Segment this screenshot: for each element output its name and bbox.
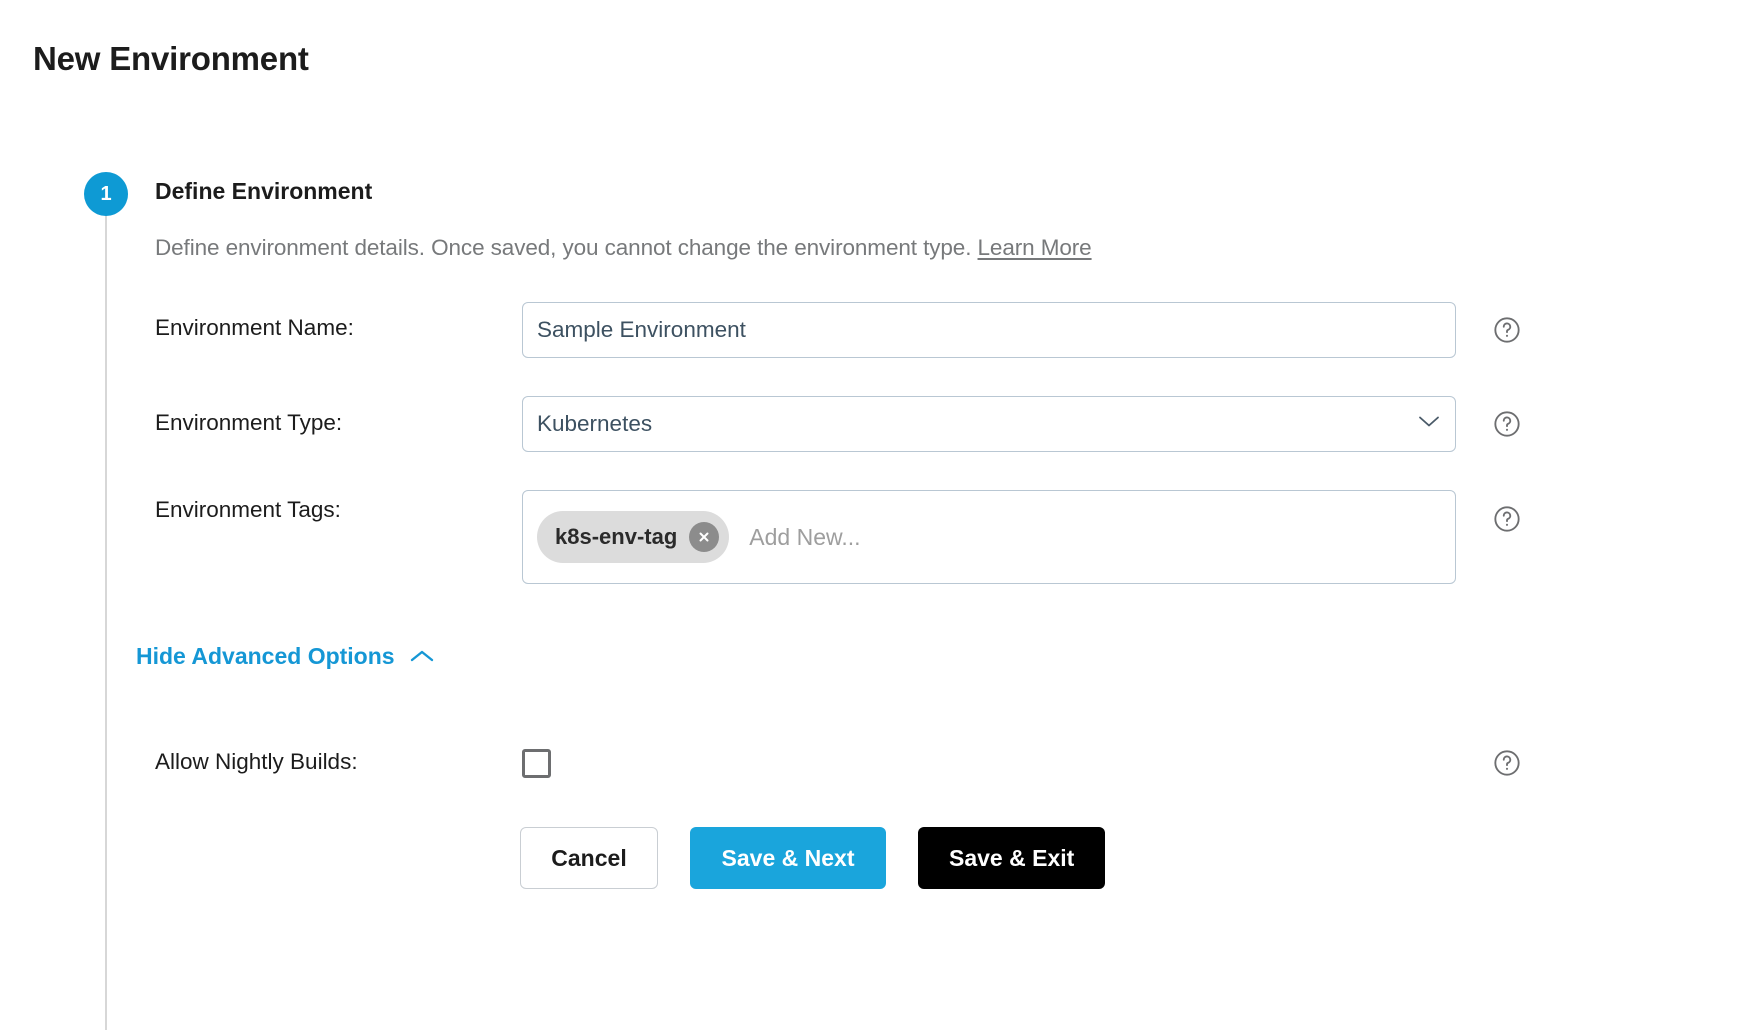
environment-name-help-icon[interactable]	[1493, 316, 1521, 344]
environment-name-control	[522, 302, 1456, 358]
tag-chip: k8s-env-tag	[537, 511, 730, 563]
environment-name-label: Environment Name:	[155, 315, 354, 340]
step-description-text: Define environment details. Once saved, …	[155, 235, 978, 260]
allow-nightly-builds-label: Allow Nightly Builds:	[155, 749, 358, 774]
new-environment-page: New Environment 1 Define Environment Def…	[0, 0, 1740, 1030]
advanced-options-label: Hide Advanced Options	[136, 643, 395, 669]
environment-type-label: Environment Type:	[155, 410, 343, 435]
cancel-button[interactable]: Cancel	[520, 827, 658, 889]
environment-type-select[interactable]	[522, 396, 1456, 452]
form-action-buttons: Cancel Save & Next Save & Exit	[520, 827, 1106, 889]
allow-nightly-builds-help-icon[interactable]	[1493, 749, 1521, 777]
environment-tags-control: k8s-env-tag	[522, 490, 1456, 584]
step-connector-line	[105, 214, 107, 1030]
toggle-advanced-options-button[interactable]: Hide Advanced Options	[136, 643, 435, 670]
environment-tags-label: Environment Tags:	[155, 497, 341, 522]
page-title: New Environment	[33, 40, 309, 77]
save-and-next-button[interactable]: Save & Next	[690, 827, 886, 889]
step-description: Define environment details. Once saved, …	[155, 235, 1092, 261]
tag-chip-label: k8s-env-tag	[555, 524, 678, 549]
step-title: Define Environment	[155, 178, 373, 204]
environment-name-input[interactable]	[522, 302, 1456, 358]
tags-input-box[interactable]: k8s-env-tag	[522, 490, 1456, 584]
save-and-exit-button[interactable]: Save & Exit	[918, 827, 1106, 889]
allow-nightly-builds-control	[522, 749, 1456, 778]
environment-type-control	[522, 396, 1456, 452]
close-circle-icon[interactable]	[689, 522, 720, 552]
chevron-up-icon	[409, 643, 435, 670]
allow-nightly-builds-checkbox[interactable]	[522, 749, 551, 778]
add-tag-input[interactable]	[747, 517, 1441, 557]
learn-more-link[interactable]: Learn More	[978, 235, 1092, 260]
step-number-badge: 1	[84, 172, 128, 216]
environment-tags-help-icon[interactable]	[1493, 505, 1521, 533]
environment-type-help-icon[interactable]	[1493, 410, 1521, 438]
